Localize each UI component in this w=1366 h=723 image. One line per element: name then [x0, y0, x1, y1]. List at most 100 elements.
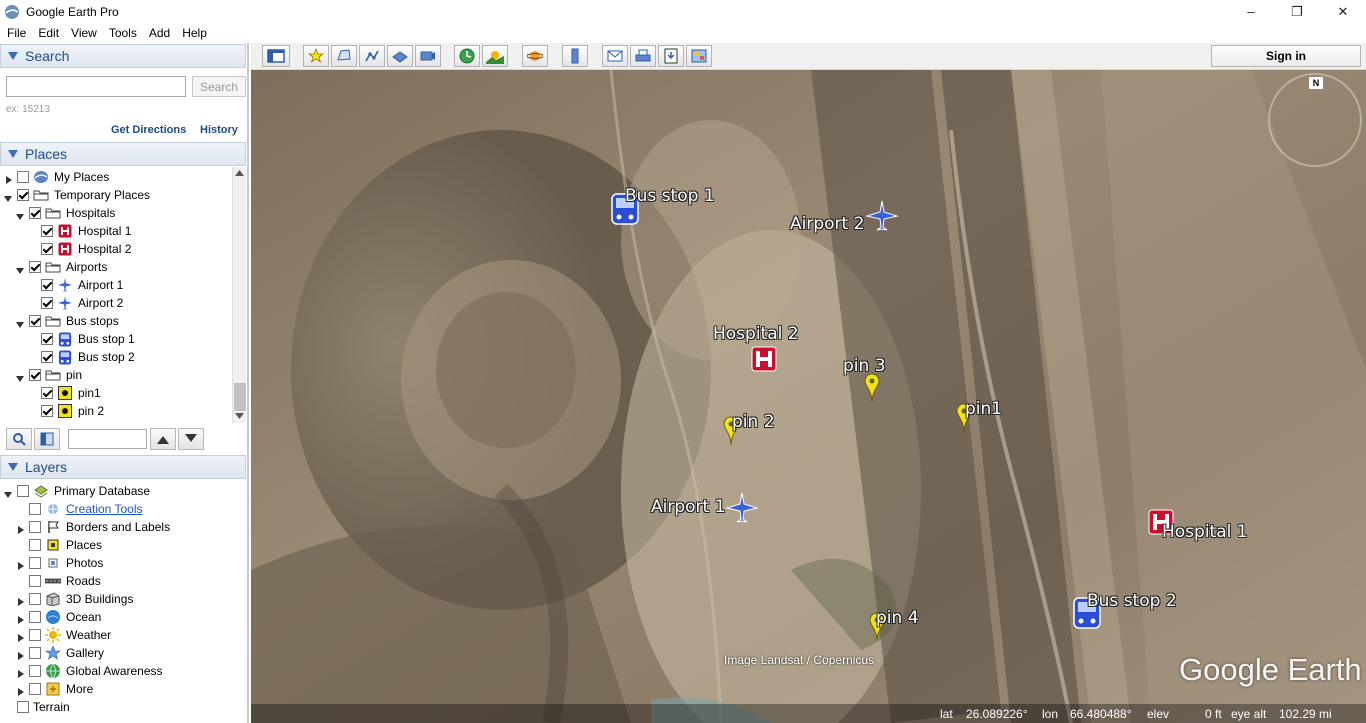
visibility-checkbox[interactable] [29, 593, 41, 605]
visibility-checkbox[interactable] [29, 261, 41, 273]
sign-in-button[interactable]: Sign in [1211, 45, 1361, 67]
layers-item[interactable]: Borders and Labels [16, 518, 170, 536]
places-item[interactable]: Airport 1 [28, 276, 123, 294]
add-path-button[interactable] [359, 45, 385, 67]
menu-help[interactable]: Help [177, 26, 212, 40]
places-search-button[interactable] [6, 428, 32, 450]
airport-1-icon[interactable] [725, 491, 759, 525]
toggle-panel-button[interactable] [34, 428, 60, 450]
get-directions-link[interactable]: Get Directions [111, 124, 186, 136]
save-image-button[interactable] [658, 45, 684, 67]
visibility-checkbox[interactable] [17, 171, 29, 183]
layers-item[interactable]: 3D Buildings [16, 590, 133, 608]
visibility-checkbox[interactable] [41, 243, 53, 255]
visibility-checkbox[interactable] [29, 575, 41, 587]
visibility-checkbox[interactable] [29, 629, 41, 641]
layers-item[interactable]: Roads [16, 572, 101, 590]
expand-open-icon[interactable] [16, 317, 25, 328]
expand-open-icon[interactable] [16, 371, 25, 382]
visibility-checkbox[interactable] [29, 503, 41, 515]
places-item[interactable]: Hospital 1 [28, 222, 131, 240]
add-polygon-button[interactable] [331, 45, 357, 67]
menu-edit[interactable]: Edit [33, 26, 64, 40]
layers-item[interactable]: Global Awareness [16, 662, 163, 680]
minimize-button[interactable]: – [1228, 0, 1274, 23]
history-link[interactable]: History [200, 124, 238, 136]
ruler-button[interactable] [562, 45, 588, 67]
menu-add[interactable]: Add [144, 26, 175, 40]
visibility-checkbox[interactable] [41, 297, 53, 309]
search-button[interactable]: Search [192, 76, 246, 97]
hospital-2-icon[interactable] [751, 346, 777, 372]
visibility-checkbox[interactable] [29, 647, 41, 659]
expand-closed-icon[interactable] [16, 613, 25, 624]
places-item[interactable]: Airport 2 [28, 294, 123, 312]
restore-button[interactable]: ❐ [1274, 0, 1320, 23]
places-item[interactable]: Bus stops [16, 312, 119, 330]
expand-open-icon[interactable] [16, 263, 25, 274]
add-placemark-button[interactable] [303, 45, 329, 67]
layers-item[interactable]: Places [16, 536, 102, 554]
layers-item[interactable]: Primary Database [4, 482, 150, 500]
expand-closed-icon[interactable] [16, 595, 25, 606]
places-panel-header[interactable]: Places [0, 142, 246, 166]
menu-file[interactable]: File [2, 26, 31, 40]
scroll-up-icon[interactable] [235, 170, 244, 176]
navigation-compass[interactable]: N [1268, 73, 1362, 167]
places-item[interactable]: Temporary Places [4, 186, 150, 204]
layers-item[interactable]: Ocean [16, 608, 101, 626]
visibility-checkbox[interactable] [41, 387, 53, 399]
expand-open-icon[interactable] [16, 209, 25, 220]
places-item[interactable]: My Places [4, 168, 109, 186]
menu-view[interactable]: View [66, 26, 102, 40]
layers-item[interactable]: Gallery [16, 644, 104, 662]
email-button[interactable] [602, 45, 628, 67]
places-item[interactable]: Hospital 2 [28, 240, 131, 258]
places-item[interactable]: Bus stop 2 [28, 348, 135, 366]
places-item[interactable]: pin [16, 366, 82, 384]
hide-sidebar-button[interactable] [262, 45, 290, 67]
scroll-down-icon[interactable] [235, 413, 244, 419]
places-item[interactable]: pin1 [28, 384, 101, 402]
visibility-checkbox[interactable] [17, 485, 29, 497]
print-button[interactable] [630, 45, 656, 67]
expand-closed-icon[interactable] [16, 649, 25, 660]
visibility-checkbox[interactable] [41, 279, 53, 291]
switch-planet-button[interactable] [522, 45, 548, 67]
visibility-checkbox[interactable] [29, 369, 41, 381]
search-panel-header[interactable]: Search [0, 44, 246, 68]
expand-closed-icon[interactable] [4, 173, 13, 184]
expand-open-icon[interactable] [4, 487, 13, 498]
visibility-checkbox[interactable] [29, 557, 41, 569]
visibility-checkbox[interactable] [29, 683, 41, 695]
close-button[interactable]: ✕ [1320, 0, 1366, 23]
expand-closed-icon[interactable] [16, 685, 25, 696]
pin-3-icon[interactable] [864, 373, 880, 403]
search-input[interactable] [6, 76, 186, 97]
visibility-checkbox[interactable] [41, 351, 53, 363]
places-scrollbar[interactable] [232, 167, 246, 423]
move-down-button[interactable] [178, 428, 204, 450]
expand-closed-icon[interactable] [16, 667, 25, 678]
add-image-overlay-button[interactable] [387, 45, 413, 67]
visibility-checkbox[interactable] [29, 521, 41, 533]
layers-item[interactable]: Weather [16, 626, 111, 644]
layers-item[interactable]: Photos [16, 554, 103, 572]
visibility-checkbox[interactable] [29, 539, 41, 551]
map-view[interactable]: N Bus stop 1 Airport 2 Hospital 2 pin 3 … [251, 70, 1366, 723]
layers-item[interactable]: Creation Tools [16, 500, 143, 518]
layers-item-label[interactable]: Creation Tools [66, 502, 143, 516]
expand-open-icon[interactable] [4, 191, 13, 202]
visibility-checkbox[interactable] [29, 207, 41, 219]
places-item[interactable]: Bus stop 1 [28, 330, 135, 348]
sunlight-button[interactable] [482, 45, 508, 67]
layers-item[interactable]: More [16, 680, 93, 698]
visibility-checkbox[interactable] [41, 333, 53, 345]
places-item[interactable]: Hospitals [16, 204, 115, 222]
places-filter-input[interactable] [68, 429, 147, 449]
airport-2-icon[interactable] [865, 199, 899, 233]
visibility-checkbox[interactable] [29, 611, 41, 623]
visibility-checkbox[interactable] [29, 315, 41, 327]
view-in-maps-button[interactable] [686, 45, 712, 67]
visibility-checkbox[interactable] [41, 405, 53, 417]
